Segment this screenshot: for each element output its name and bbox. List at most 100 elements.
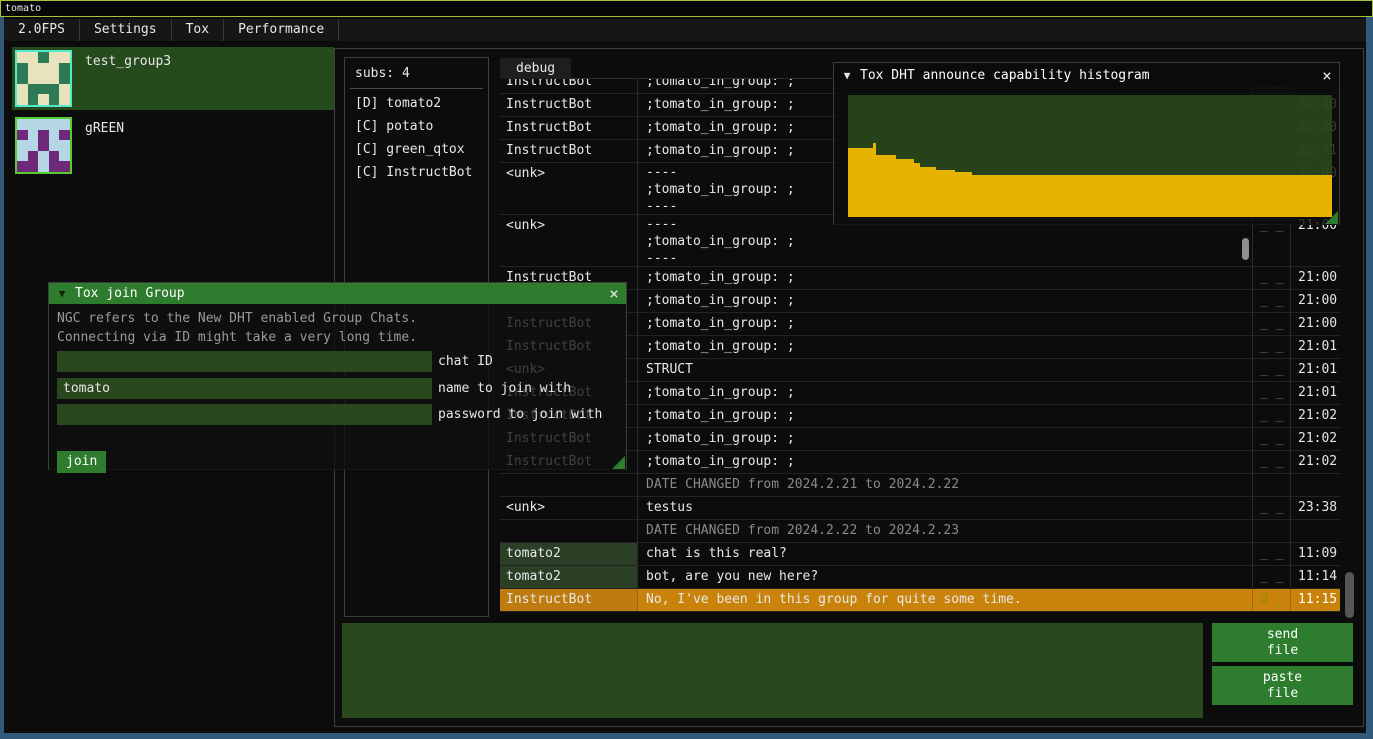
chat-id-input[interactable]	[57, 351, 432, 372]
read-marks: d _	[1252, 589, 1290, 611]
timestamp: 21:01	[1290, 359, 1340, 381]
message-cell-scrollbar[interactable]	[1242, 238, 1249, 260]
join-name-input[interactable]: tomato	[57, 378, 432, 399]
os-titlebar[interactable]: tomato	[0, 0, 1373, 17]
avatar-pixel	[49, 151, 60, 162]
avatar-pixel	[59, 63, 70, 74]
group-item-test_group3[interactable]: test_group3	[12, 47, 334, 110]
message-text: testus	[637, 497, 1252, 519]
avatar-pixel	[49, 130, 60, 141]
resize-grip[interactable]	[1325, 211, 1338, 224]
resize-grip[interactable]	[612, 456, 625, 469]
app-window: tomato 2.0FPS Settings Tox Performance t…	[0, 0, 1373, 739]
member-item[interactable]: [C] green_qtox	[345, 138, 488, 161]
avatar-pixel	[49, 94, 60, 105]
os-window-title: tomato	[5, 3, 41, 14]
message-text: ;tomato_in_group: ;	[637, 313, 1252, 335]
avatar-pixel	[49, 84, 60, 95]
avatar-pixel	[38, 63, 49, 74]
sender-name: InstructBot	[500, 117, 637, 139]
avatar-pixel	[49, 161, 60, 172]
timestamp: 21:01	[1290, 336, 1340, 358]
close-icon[interactable]: ×	[1315, 66, 1339, 85]
avatar-pixel	[59, 94, 70, 105]
dht-histogram-titlebar[interactable]: ▼ Tox DHT announce capability histogram …	[834, 63, 1339, 87]
avatar-pixel	[59, 130, 70, 141]
timestamp	[1290, 520, 1340, 542]
avatar-pixel	[17, 94, 28, 105]
timestamp: 11:15	[1290, 589, 1340, 611]
avatar-pixel	[28, 130, 39, 141]
chat-row[interactable]: DATE CHANGED from 2024.2.21 to 2024.2.22	[500, 474, 1340, 497]
chat-row[interactable]: <unk>testus_ _23:38	[500, 497, 1340, 520]
chat-row[interactable]: DATE CHANGED from 2024.2.22 to 2024.2.23	[500, 520, 1340, 543]
ngc-description-line2: Connecting via ID might take a very long…	[49, 326, 626, 345]
message-input[interactable]	[342, 623, 1203, 718]
window-title: Tox DHT announce capability histogram	[860, 68, 1315, 83]
timestamp: 21:00	[1290, 290, 1340, 312]
timestamp: 21:02	[1290, 428, 1340, 450]
avatar-pixel	[38, 151, 49, 162]
avatar-pixel	[59, 84, 70, 95]
timestamp: 11:14	[1290, 566, 1340, 588]
read-marks: _ _	[1252, 336, 1290, 358]
read-marks: _ _	[1252, 359, 1290, 381]
avatar-pixel	[38, 119, 49, 130]
avatar-pixel	[28, 119, 39, 130]
send-file-button[interactable]: send file	[1212, 623, 1353, 662]
menu-settings[interactable]: Settings	[80, 19, 171, 41]
tab-debug[interactable]: debug	[500, 58, 571, 79]
read-marks: _ _	[1252, 405, 1290, 427]
group-name: test_group3	[72, 47, 171, 110]
timestamp: 21:02	[1290, 451, 1340, 473]
avatar-pixel	[28, 84, 39, 95]
avatar-pixel	[17, 161, 28, 172]
join-group-titlebar[interactable]: ▼ Tox join Group ×	[49, 283, 626, 304]
collapse-arrow-icon[interactable]: ▼	[834, 69, 860, 82]
chat-row[interactable]: tomato2chat is this real?_ _11:09	[500, 543, 1340, 566]
member-list: [D] tomato2[C] potato[C] green_qtox[C] I…	[345, 92, 488, 184]
read-marks: _ _	[1252, 428, 1290, 450]
avatar-pixel	[28, 73, 39, 84]
group-name: gREEN	[72, 114, 124, 177]
join-button[interactable]: join	[57, 451, 106, 473]
group-item-gREEN[interactable]: gREEN	[12, 114, 334, 177]
join-password-input[interactable]	[57, 404, 432, 425]
avatar-pixel	[17, 151, 28, 162]
avatar-pixel	[28, 63, 39, 74]
message-text: DATE CHANGED from 2024.2.22 to 2024.2.23	[637, 520, 1252, 542]
timestamp: 23:38	[1290, 497, 1340, 519]
sender-name: InstructBot	[500, 79, 637, 93]
close-icon[interactable]: ×	[602, 284, 626, 303]
chat-scrollbar-thumb[interactable]	[1345, 572, 1354, 618]
collapse-arrow-icon[interactable]: ▼	[49, 287, 75, 300]
chat-row[interactable]: tomato2bot, are you new here?_ _11:14	[500, 566, 1340, 589]
avatar-pixel	[38, 161, 49, 172]
avatar-pixel	[28, 94, 39, 105]
member-item[interactable]: [C] potato	[345, 115, 488, 138]
group-avatar	[15, 117, 72, 174]
paste-file-button[interactable]: paste file	[1212, 666, 1353, 705]
ngc-description-line1: NGC refers to the New DHT enabled Group …	[49, 304, 626, 326]
dht-histogram-window: ▼ Tox DHT announce capability histogram …	[833, 62, 1340, 225]
read-marks	[1252, 520, 1290, 542]
avatar-pixel	[59, 151, 70, 162]
avatar-pixel	[28, 161, 39, 172]
timestamp: 21:01	[1290, 382, 1340, 404]
menu-tox[interactable]: Tox	[172, 19, 223, 41]
avatar-pixel	[28, 52, 39, 63]
message-text: ;tomato_in_group: ;	[637, 405, 1252, 427]
message-text: ;tomato_in_group: ;	[637, 290, 1252, 312]
member-item[interactable]: [C] InstructBot	[345, 161, 488, 184]
message-text: ;tomato_in_group: ;	[637, 382, 1252, 404]
menu-performance[interactable]: Performance	[224, 19, 338, 41]
sender-name: <unk>	[500, 497, 637, 519]
sender-name: tomato2	[500, 566, 637, 588]
chat-row[interactable]: InstructBotNo, I've been in this group f…	[500, 589, 1340, 612]
sender-name: <unk>	[500, 163, 637, 214]
chat-id-label: chat ID	[432, 354, 493, 369]
timestamp	[1290, 474, 1340, 496]
avatar-pixel	[38, 73, 49, 84]
member-item[interactable]: [D] tomato2	[345, 92, 488, 115]
timestamp: 21:00	[1290, 267, 1340, 289]
